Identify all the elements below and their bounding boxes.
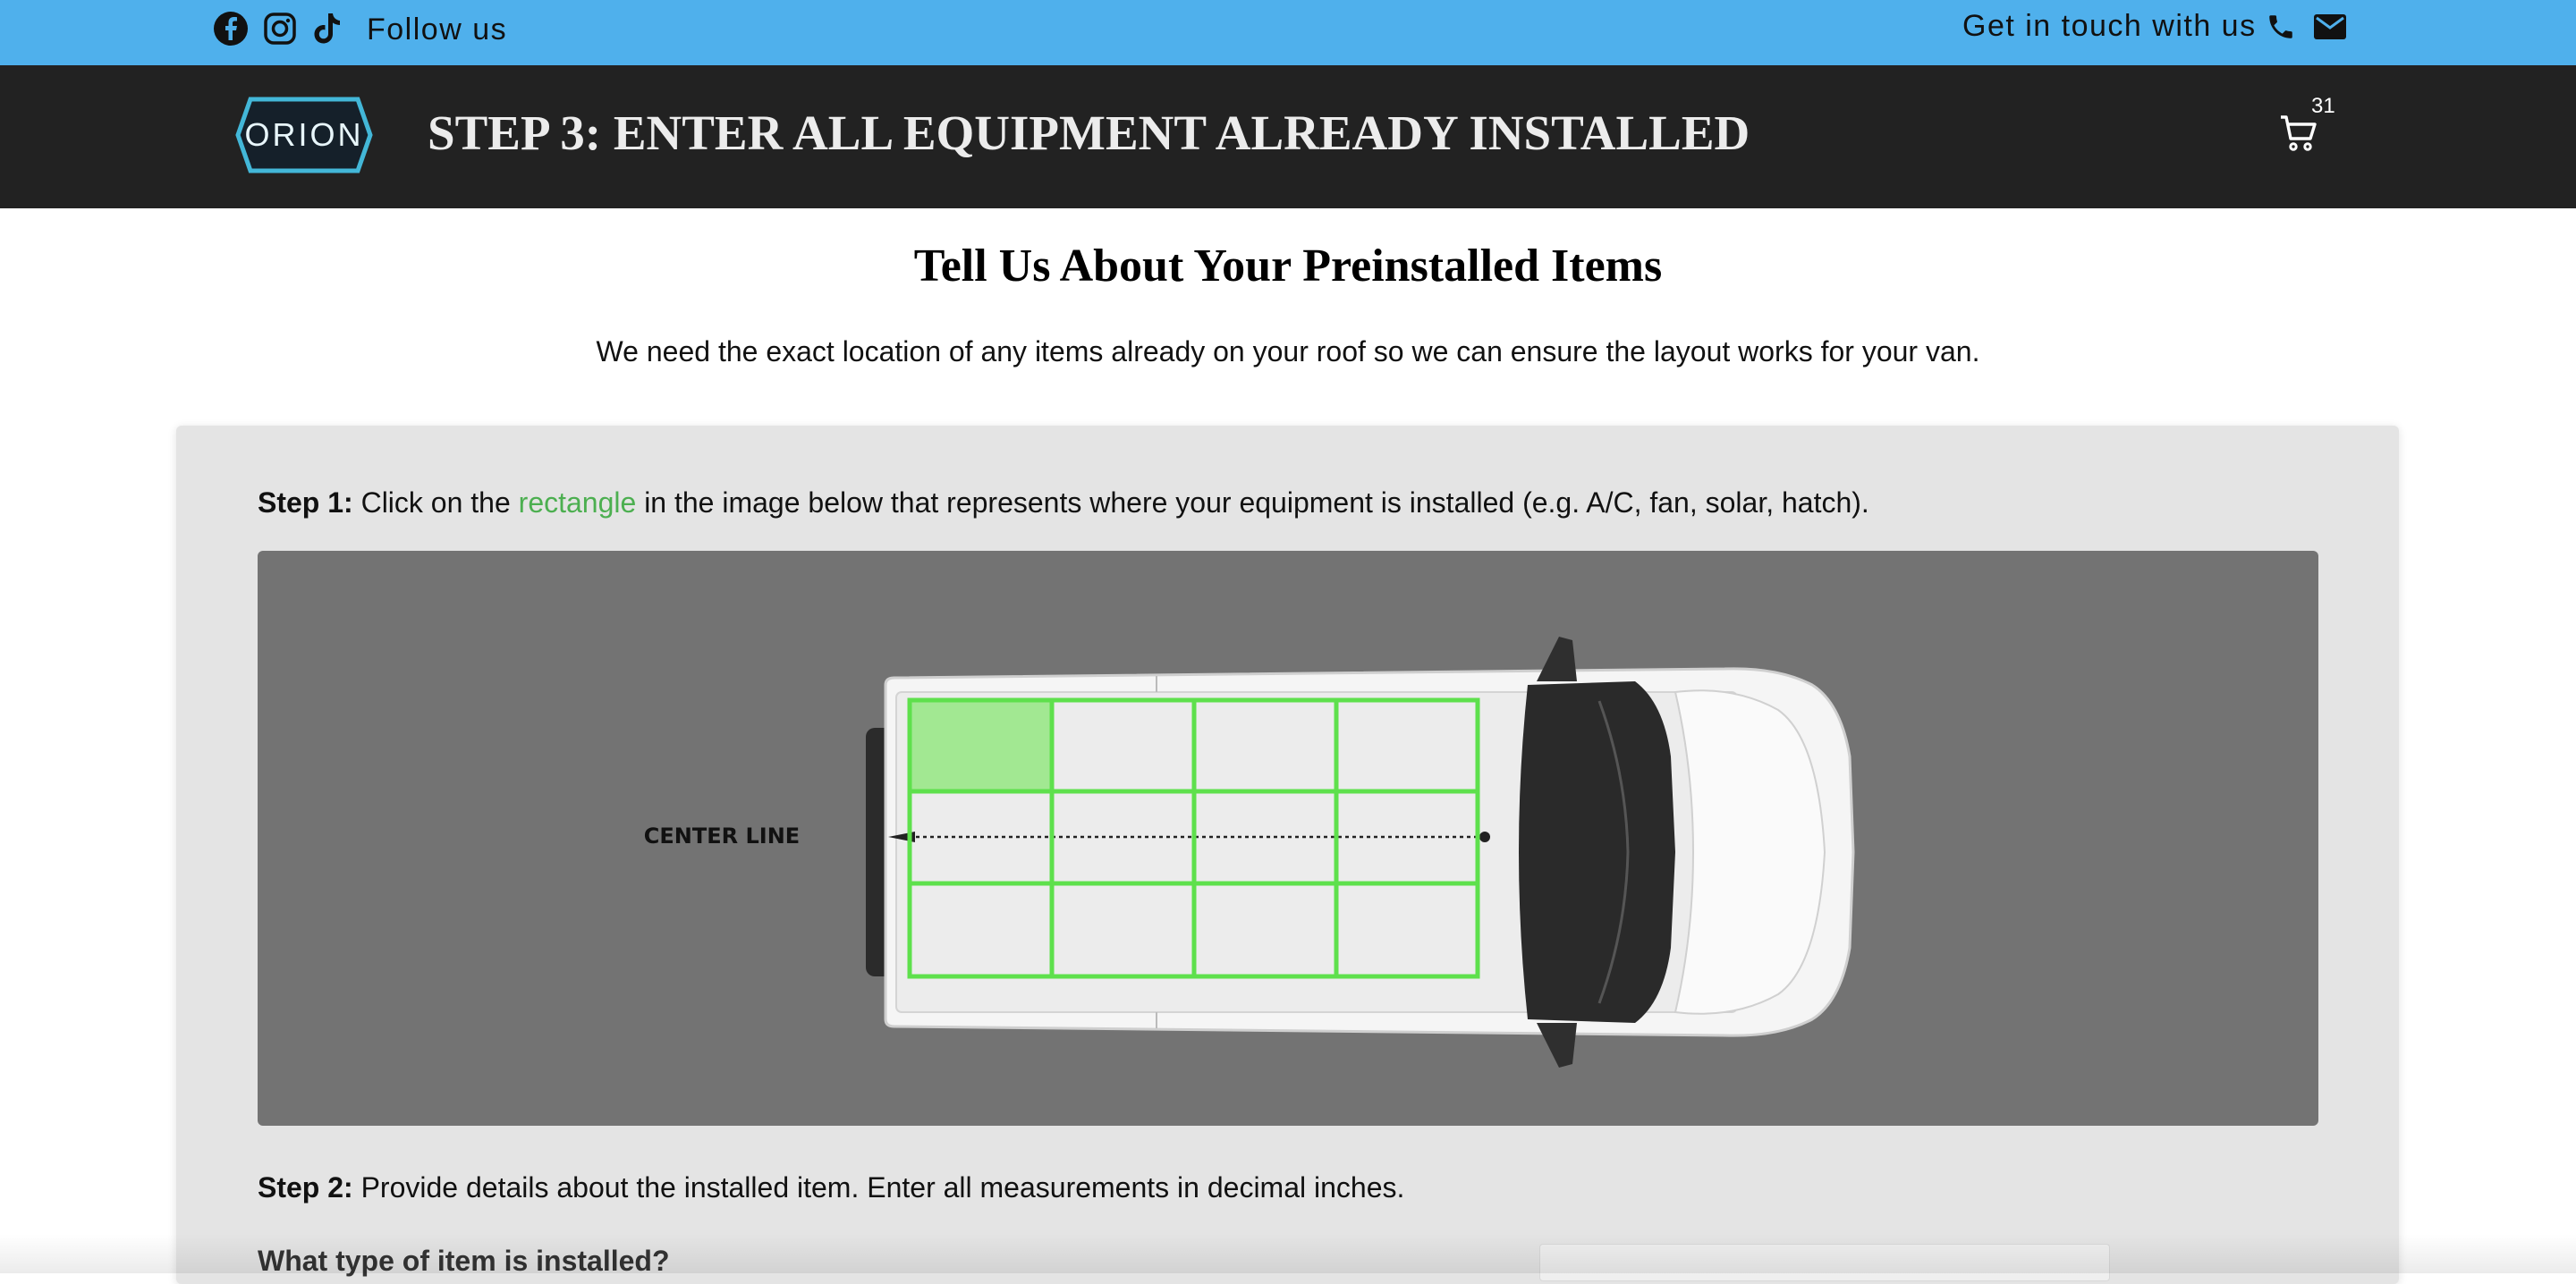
step2-label: Step 2:	[258, 1171, 353, 1204]
section-title: Tell Us About Your Preinstalled Items	[913, 241, 1663, 291]
step2-instructions: Step 2: Provide details about the instal…	[258, 1171, 1404, 1204]
van-roof-diagram: CENTER LINE	[258, 551, 2318, 1126]
step2-text: Provide details about the installed item…	[360, 1171, 1405, 1204]
van-roof-svg: CENTER LINE	[644, 637, 1855, 1068]
step1-label: Step 1:	[258, 486, 353, 519]
top-bar: Follow us Get in touch with us	[0, 0, 2576, 65]
step1-text-after: in the image below that represents where…	[644, 486, 1869, 519]
follow-us-label: Follow us	[367, 13, 508, 46]
instagram-icon[interactable]	[263, 0, 297, 57]
selected-rectangle[interactable]	[910, 700, 1052, 791]
contact-label: Get in touch with us	[1962, 9, 2257, 43]
site-header: ORION STEP 3: ENTER ALL EQUIPMENT ALREAD…	[0, 65, 2576, 208]
item-type-select[interactable]	[1539, 1244, 2110, 1281]
cart-count-badge: 31	[2311, 94, 2335, 118]
orion-logo[interactable]: ORION	[234, 92, 374, 182]
facebook-icon[interactable]	[213, 0, 249, 57]
page-heading: STEP 3: ENTER ALL EQUIPMENT ALREADY INST…	[428, 106, 1750, 160]
rectangle-highlight: rectangle	[518, 486, 637, 519]
step1-instructions: Step 1: Click on the rectangle in the im…	[258, 486, 1869, 520]
logo-text: ORION	[244, 116, 363, 153]
step1-text-before: Click on the	[360, 486, 511, 519]
tiktok-icon[interactable]	[311, 0, 343, 57]
item-type-question: What type of item is installed?	[258, 1245, 670, 1277]
section-subtitle: We need the exact location of any items …	[596, 335, 1980, 367]
mail-icon[interactable]	[2313, 0, 2347, 55]
phone-icon[interactable]	[2266, 0, 2296, 55]
center-line-label: CENTER LINE	[644, 824, 800, 849]
